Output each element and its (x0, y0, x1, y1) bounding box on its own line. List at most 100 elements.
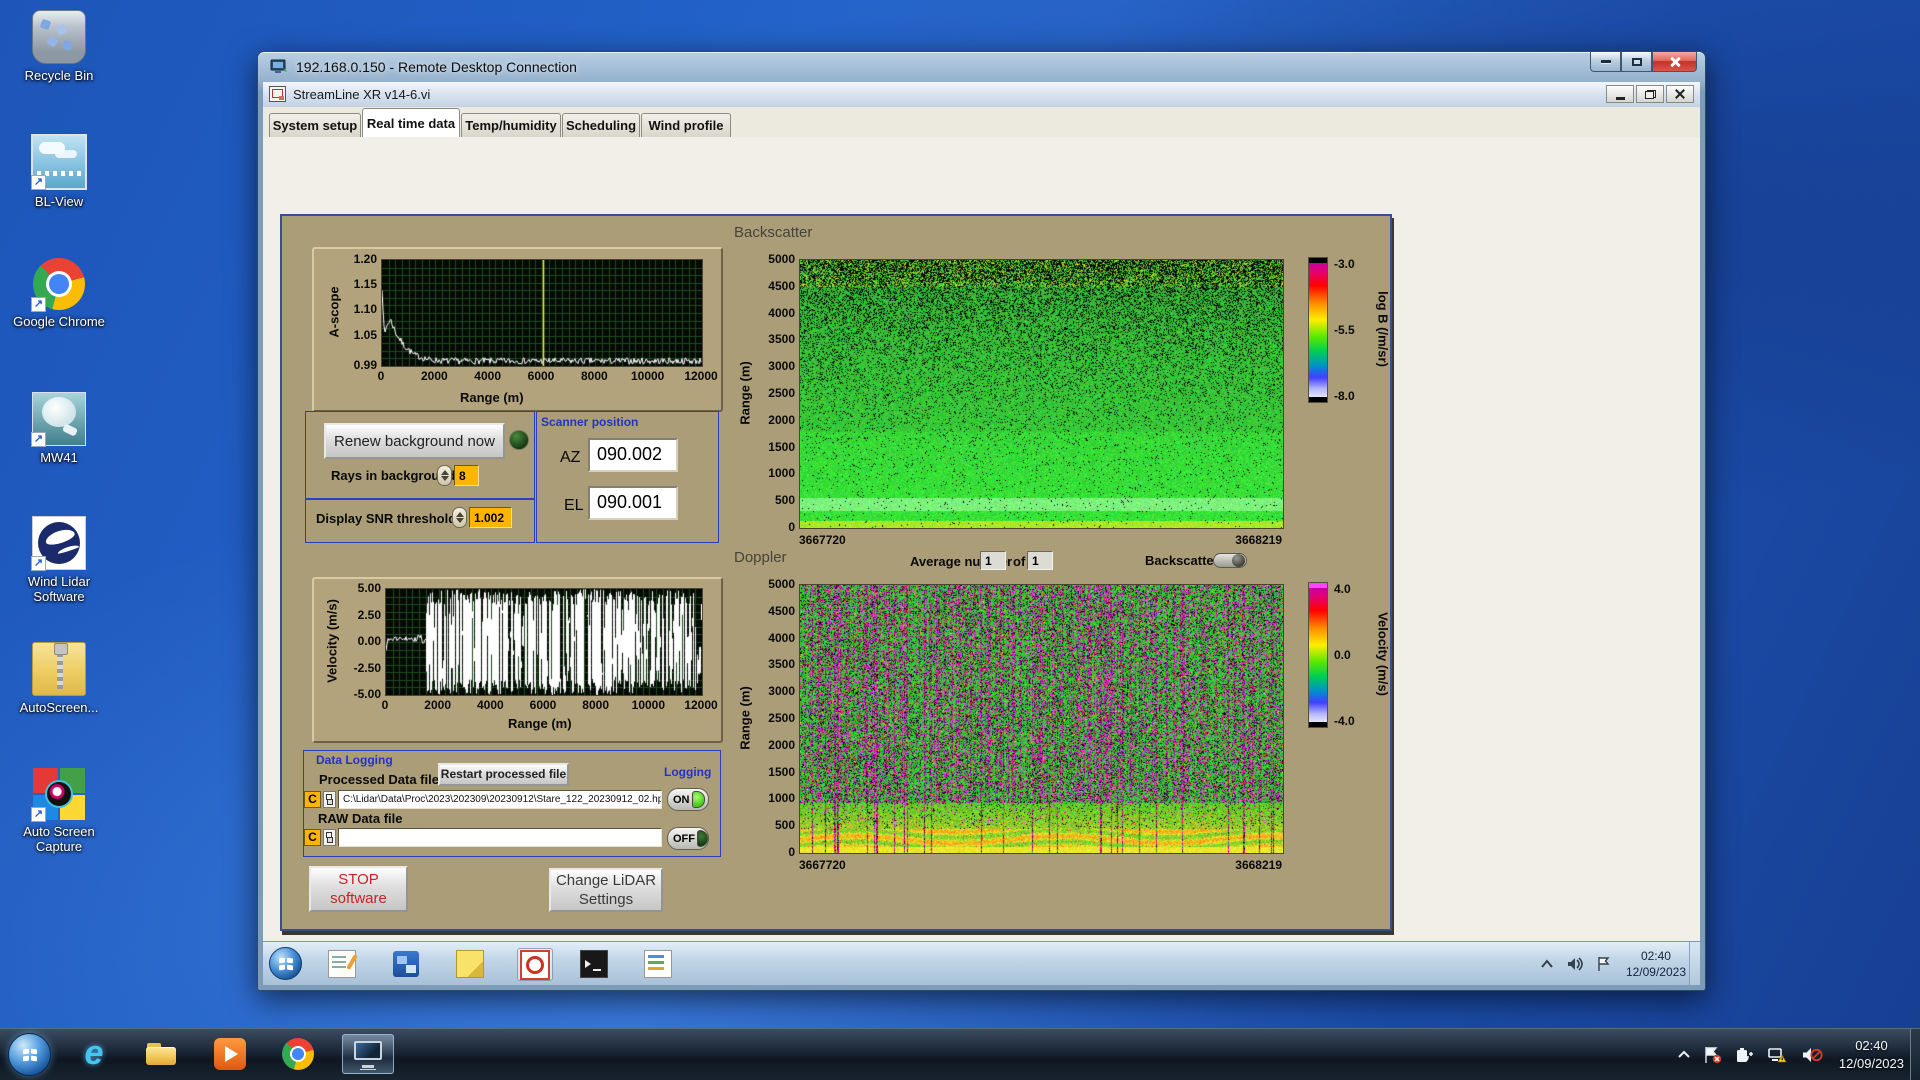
desktop-icon-auto-screen-capture[interactable]: ↗ Auto Screen Capture (4, 768, 114, 854)
average-current-field[interactable]: 1 (980, 551, 1006, 570)
ascope-ytick: 1.05 (353, 327, 377, 342)
mw41-icon: ↗ (31, 392, 86, 447)
command-prompt-icon (580, 949, 608, 978)
remote-session-area: StreamLine XR v14-6.vi System setup Real … (263, 82, 1700, 985)
desktop-icon-mw41[interactable]: ↗ MW41 (4, 392, 114, 465)
ascope-canvas[interactable] (382, 260, 702, 366)
rays-spinner[interactable] (437, 465, 452, 486)
remote-show-desktop-button[interactable] (1689, 942, 1700, 985)
rdp-maximize-button[interactable] (1621, 52, 1652, 72)
raw-path-field[interactable] (338, 828, 662, 847)
az-value: 090.002 (588, 438, 678, 472)
velocity-x-axis-label: Range (m) (508, 716, 572, 731)
velocity-ytick: 5.00 (357, 581, 381, 595)
desktop-icon-bl-view[interactable]: ↗ BL-View (4, 134, 114, 209)
remote-taskbar-item-power-app[interactable] (517, 948, 553, 981)
action-center-flag-alert-icon[interactable] (1703, 1046, 1723, 1064)
ascope-xtick: 6000 (527, 369, 555, 383)
raw-drive-badge[interactable]: C (304, 829, 321, 846)
tab-wind-profile[interactable]: Wind profile (641, 113, 731, 137)
rdp-window: 192.168.0.150 - Remote Desktop Connectio… (257, 51, 1706, 991)
raw-logging-switch[interactable]: OFF (667, 827, 709, 850)
scanner-position-title: Scanner position (541, 415, 639, 429)
renew-background-button[interactable]: Renew background now (324, 423, 505, 459)
processed-path-type-icon[interactable] (323, 791, 336, 808)
raw-path-type-icon[interactable] (323, 829, 336, 846)
change-button-line1: Change LiDAR (555, 872, 657, 889)
renew-background-led (509, 430, 529, 450)
remote-taskbar-item-xml-file[interactable] (641, 948, 675, 979)
app-minimize-button[interactable] (1606, 85, 1634, 103)
backscatter-ytick: 1500 (768, 439, 795, 454)
doppler-x-start-label: 3667720 (799, 858, 846, 872)
rdp-minimize-button[interactable] (1590, 52, 1621, 72)
remote-start-button[interactable] (269, 947, 302, 980)
autoscreen-zip-icon (32, 642, 86, 696)
processed-drive-badge[interactable]: C (304, 791, 321, 808)
app-close-button[interactable] (1666, 85, 1694, 103)
network-warning-icon[interactable] (1767, 1046, 1789, 1064)
app-titlebar[interactable]: StreamLine XR v14-6.vi (263, 82, 1700, 108)
rays-value-field[interactable]: 8 (454, 465, 479, 486)
snr-spinner[interactable] (452, 507, 467, 528)
remote-taskbar-item-command-prompt[interactable] (577, 948, 611, 979)
tab-real-time-data[interactable]: Real time data (362, 108, 460, 137)
rdp-close-button[interactable] (1652, 52, 1697, 72)
ascope-ytick: 1.20 (353, 252, 377, 266)
remote-action-center-flag-icon[interactable] (1596, 956, 1612, 972)
remote-taskbar-item-sticky-notes[interactable] (453, 948, 487, 979)
remote-taskbar-item-remote-manager[interactable] (389, 948, 423, 979)
stop-software-button[interactable]: STOP software (309, 866, 408, 912)
internet-explorer-icon: e (84, 1034, 104, 1072)
desktop-icon-recycle-bin[interactable]: Recycle Bin (4, 10, 114, 83)
off-led-icon (697, 830, 708, 847)
volume-muted-icon[interactable] (1801, 1046, 1823, 1064)
processed-logging-switch[interactable]: ON (667, 788, 709, 811)
tab-system-setup[interactable]: System setup (269, 113, 361, 137)
raw-data-file-label: RAW Data file (318, 811, 403, 826)
backscatter-cbar-tick: -8.0 (1334, 389, 1355, 403)
tab-scheduling[interactable]: Scheduling (562, 113, 640, 137)
velocity-xtick: 2000 (424, 698, 451, 712)
backscatter-toggle[interactable] (1213, 553, 1247, 568)
doppler-x-end-label: 3668219 (1235, 858, 1282, 872)
taskbar-item-internet-explorer[interactable]: e (68, 1034, 120, 1074)
tray-chevron-icon[interactable] (1677, 1050, 1691, 1059)
taskbar-item-media-player[interactable] (204, 1034, 256, 1074)
app-window-controls (1606, 85, 1694, 103)
taskbar-item-remote-desktop[interactable] (342, 1034, 394, 1074)
change-lidar-settings-button[interactable]: Change LiDAR Settings (549, 868, 663, 912)
processed-path-field[interactable]: C:\Lidar\Data\Proc\2023\202309\20230912\… (338, 790, 662, 809)
snr-value-field[interactable]: 1.002 (469, 507, 512, 528)
average-total-field[interactable]: 1 (1027, 551, 1053, 570)
show-desktop-button[interactable] (1910, 1029, 1920, 1080)
file-explorer-icon (146, 1038, 178, 1070)
remote-volume-icon[interactable] (1566, 956, 1584, 972)
desktop-icon-google-chrome[interactable]: ↗ Google Chrome (4, 258, 114, 329)
rdp-titlebar[interactable]: 192.168.0.150 - Remote Desktop Connectio… (258, 52, 1705, 82)
taskbar-item-google-chrome[interactable] (272, 1034, 324, 1074)
restart-processed-file-button[interactable]: Restart processed file (438, 763, 569, 786)
tab-temp-humidity[interactable]: Temp/humidity (461, 113, 561, 137)
power-battery-icon[interactable] (1735, 1046, 1755, 1064)
taskbar-clock[interactable]: 02:40 12/09/2023 (1839, 1037, 1904, 1073)
data-logging-title: Data Logging (316, 753, 393, 767)
remote-tray-chevron-icon[interactable] (1540, 958, 1554, 969)
backscatter-ytick: 4000 (768, 305, 795, 320)
backscatter-y-axis-label: Range (m) (737, 361, 753, 425)
taskbar-item-file-explorer[interactable] (136, 1034, 188, 1074)
remote-taskbar-item-journal[interactable] (325, 948, 359, 979)
desktop-icon-autoscreen-zip[interactable]: AutoScreen... (4, 642, 114, 715)
desktop-icon-wind-lidar-software[interactable]: ↗ Wind Lidar Software (4, 516, 114, 604)
ascope-x-axis-label: Range (m) (460, 390, 524, 405)
app-restore-button[interactable] (1636, 85, 1664, 103)
snr-threshold-label: Display SNR threshold (316, 511, 457, 526)
scanner-position-group-box (536, 411, 719, 543)
remote-clock[interactable]: 02:40 12/09/2023 (1626, 948, 1686, 980)
shortcut-arrow-icon: ↗ (31, 297, 46, 312)
backscatter-ytick: 3500 (768, 332, 795, 347)
doppler-canvas (800, 585, 1283, 853)
processed-data-file-label: Processed Data file (319, 772, 439, 787)
doppler-ytick: 1000 (768, 791, 795, 806)
start-button[interactable] (8, 1033, 51, 1076)
